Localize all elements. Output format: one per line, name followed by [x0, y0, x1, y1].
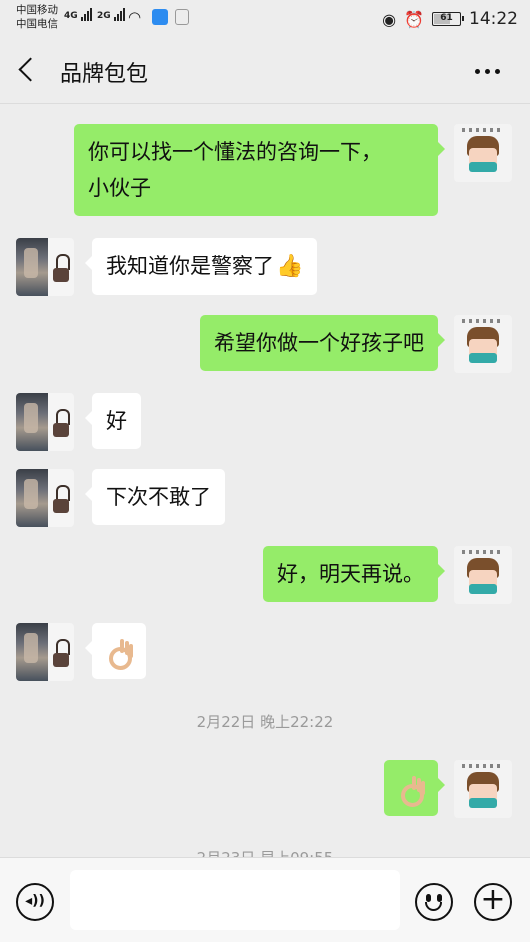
ok-hand-icon [398, 774, 424, 807]
message-bubble[interactable] [85, 623, 146, 679]
timestamp: 2月22日 晚上22:22 [196, 713, 334, 731]
alarm-icon: ⏰ [404, 9, 424, 29]
message-bubble[interactable]: 好 [85, 393, 141, 449]
message-bubble[interactable] [384, 760, 445, 816]
carrier-2: 中国电信 [16, 18, 58, 30]
emoji-icon[interactable] [415, 883, 453, 921]
contact-avatar[interactable] [16, 469, 74, 527]
back-icon[interactable] [18, 57, 43, 82]
app-icon [175, 9, 189, 25]
contact-avatar[interactable] [16, 623, 74, 681]
battery-icon: 61 [432, 12, 464, 26]
message-text: 下次不敢了 [106, 485, 211, 509]
network-type-2: 2G [97, 11, 111, 21]
status-bar: 中国移动 中国电信 4G 2G ◠ ◉ ⏰ 61 14:22 [0, 0, 530, 38]
chat-title: 品牌包包 [60, 62, 149, 87]
my-avatar[interactable] [454, 760, 512, 818]
my-avatar[interactable] [454, 315, 512, 373]
more-icon[interactable] [475, 69, 500, 74]
ok-hand-icon [106, 637, 132, 670]
shield-icon [152, 9, 168, 25]
message-bubble[interactable]: 希望你做一个好孩子吧 [200, 315, 445, 371]
message-bubble[interactable]: 我知道你是警察了👍 [84, 238, 318, 295]
message-text: 好 [106, 409, 127, 433]
message-bubble[interactable]: 你可以找一个懂法的咨询一下， 小伙子 [74, 124, 445, 216]
message-text: 好，明天再说。 [277, 562, 424, 586]
my-avatar[interactable] [454, 124, 512, 182]
eye-icon: ◉ [382, 9, 397, 29]
plus-icon[interactable]: + [474, 883, 512, 921]
message-list[interactable]: 你可以找一个懂法的咨询一下， 小伙子 我知道你是警察了👍 希望你做一个好孩子吧 … [0, 105, 530, 857]
input-bar: ◂)) + [0, 857, 530, 942]
contact-avatar[interactable] [16, 393, 74, 451]
wifi-icon: ◠ [128, 8, 142, 26]
carrier-1: 中国移动 [16, 4, 58, 16]
message-text: 我知道你是警察了 [106, 254, 274, 278]
clock: 14:22 [469, 9, 518, 29]
message-text: 你可以找一个懂法的咨询一下， [88, 140, 382, 164]
signal-icon: 4G [64, 8, 93, 21]
message-text: 希望你做一个好孩子吧 [214, 331, 424, 355]
message-input[interactable] [70, 870, 400, 930]
message-bubble[interactable]: 下次不敢了 [85, 469, 225, 525]
message-text: 小伙子 [88, 176, 151, 200]
message-bubble[interactable]: 好，明天再说。 [263, 546, 445, 602]
timestamp: 2月23日 早上09:55 [0, 847, 530, 857]
signal-icon-2: 2G [97, 8, 126, 21]
network-type-1: 4G [64, 11, 78, 21]
battery-level: 61 [440, 13, 453, 23]
contact-avatar[interactable] [16, 238, 74, 296]
thumbs-up-icon: 👍 [276, 254, 304, 279]
carrier-info: 中国移动 中国电信 [16, 3, 58, 31]
chat-header: 品牌包包 [0, 38, 530, 104]
my-avatar[interactable] [454, 546, 512, 604]
voice-icon[interactable]: ◂)) [16, 883, 54, 921]
